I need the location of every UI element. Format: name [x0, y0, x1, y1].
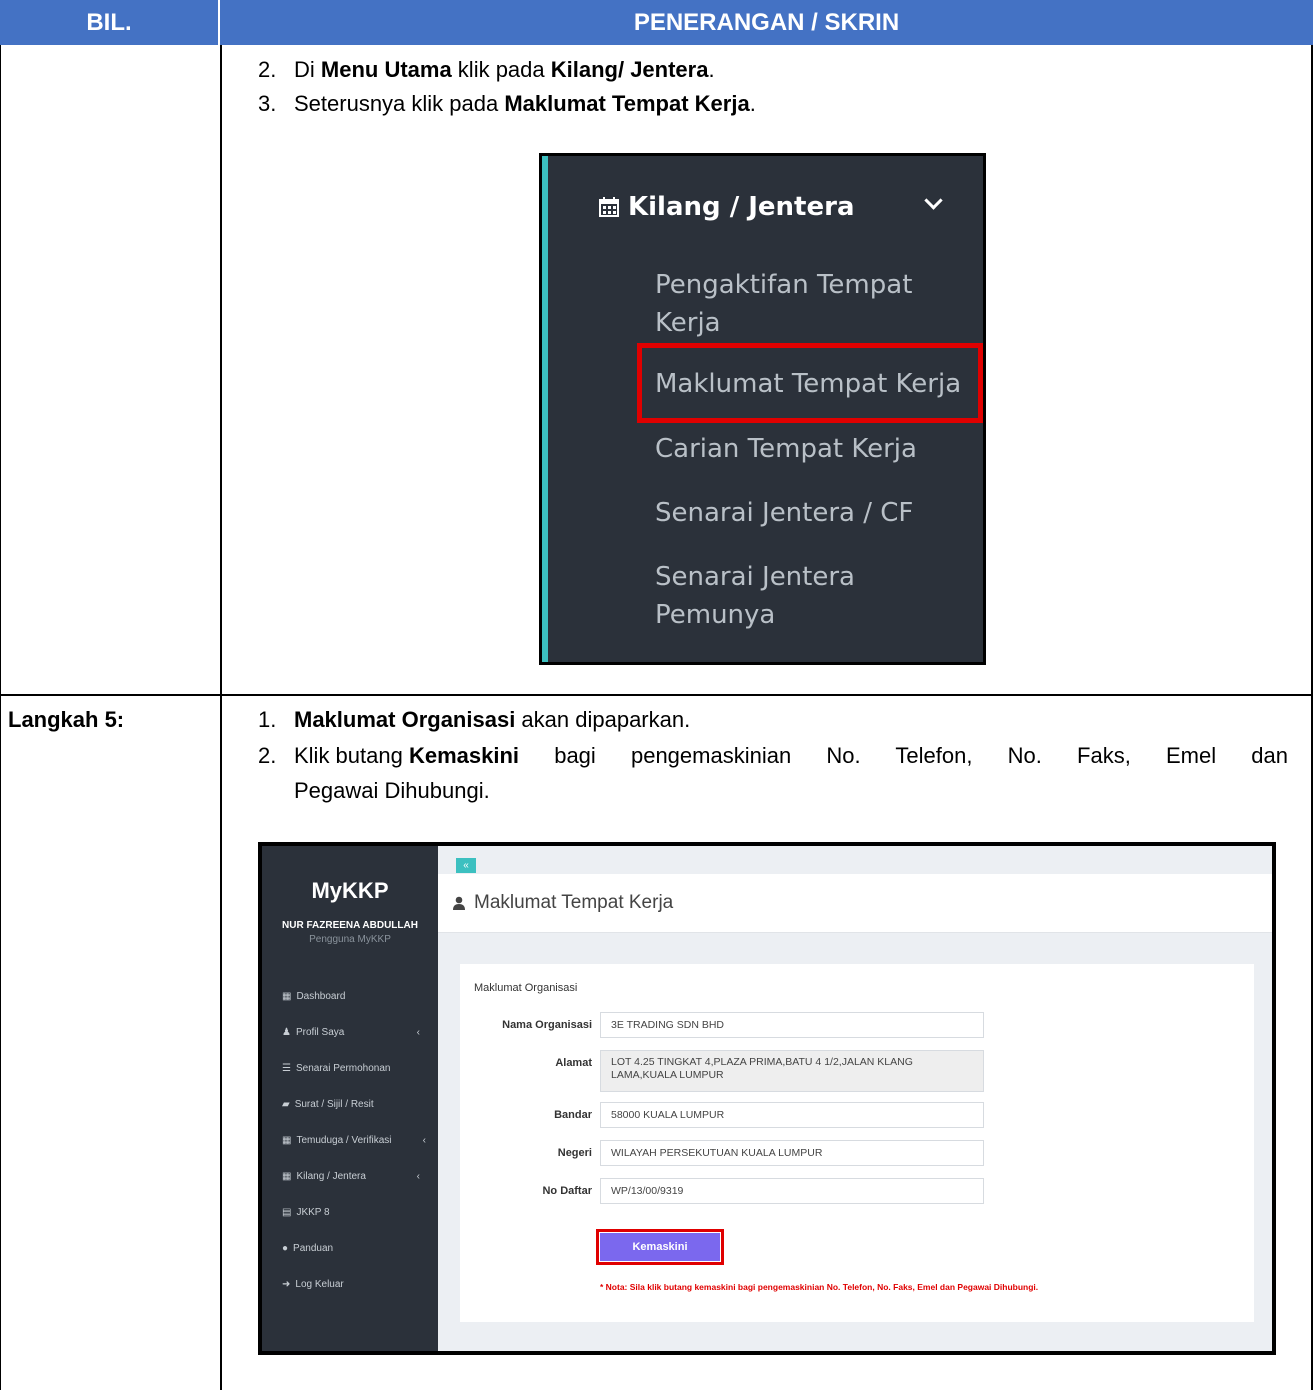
nav-jkkp8[interactable]: ▤ JKKP 8 [282, 1207, 432, 1218]
nav-label: Panduan [293, 1243, 334, 1254]
calendar-icon [599, 197, 619, 217]
row2-step1-text: Maklumat Organisasi akan dipaparkan. [294, 707, 691, 732]
menu-kilang-jentera[interactable]: Kilang / Jentera [598, 192, 854, 222]
nav-label: Senarai Permohonan [295, 1063, 391, 1074]
header-penerangan: PENERANGAN / SKRIN [220, 0, 1313, 45]
row2-step2-text: Klik butang Kemaskini bagi pengemaskinia… [294, 743, 1288, 768]
nav-temuduga-verifikasi[interactable]: ▦ Temuduga / Verifikasi ‹ [282, 1135, 432, 1146]
nav-label: Surat / Sijil / Resit [294, 1099, 374, 1110]
nav-senarai-permohonan[interactable]: ☰ Senarai Permohonan [282, 1063, 432, 1074]
user-role: Pengguna MyKKP [309, 934, 391, 945]
header-bil-text: BIL. [86, 8, 132, 36]
nav-label: Profil Saya [295, 1027, 345, 1038]
chevron-left-icon: ‹ [416, 1171, 420, 1182]
menu-item-senarai-jentera-cf[interactable]: Senarai Jentera / CF [655, 494, 975, 532]
alamat-field[interactable]: LOT 4.25 TINGKAT 4,PLAZA PRIMA,BATU 4 1/… [600, 1050, 984, 1092]
nav-profil-saya[interactable]: ♟ Profil Saya ‹ [282, 1027, 432, 1038]
document-table: BIL. PENERANGAN / SKRIN 2. Di Menu Utama… [0, 0, 1313, 1390]
user-icon: ♟ [282, 1027, 291, 1038]
bandar-field[interactable]: 58000 KUALA LUMPUR [600, 1102, 984, 1128]
nav-label: JKKP 8 [296, 1207, 330, 1218]
chevron-left-icon: ‹ [416, 1027, 420, 1038]
row1-step2-number: 2. [258, 57, 277, 82]
nav-label: Temuduga / Verifikasi [296, 1135, 392, 1146]
folder-icon: ▰ [282, 1099, 290, 1110]
sidebar: MyKKP NUR FAZREENA ABDULLAH Pengguna MyK… [262, 846, 438, 1351]
row2-step2-text-cont: Pegawai Dihubungi. [294, 778, 490, 803]
header-penerangan-text: PENERANGAN / SKRIN [633, 8, 900, 36]
brand-logo: MyKKP [311, 878, 389, 903]
menu-accent-bar [542, 156, 548, 662]
row1-step3-text: Seterusnya klik pada Maklumat Tempat Ker… [294, 91, 756, 116]
menu-item-senarai-jentera-pemunya[interactable]: Senarai Jentera Pemunya [655, 558, 975, 634]
list-icon: ☰ [282, 1063, 291, 1074]
header-bil: BIL. [0, 0, 220, 45]
kemaskini-button[interactable]: Kemaskini [600, 1233, 720, 1261]
chevron-left-icon: ‹ [422, 1135, 426, 1146]
chart-icon: ▤ [282, 1207, 292, 1218]
nav-label: Dashboard [296, 991, 346, 1002]
calendar-icon: ▦ [282, 1135, 292, 1146]
menu-item-carian[interactable]: Carian Tempat Kerja [655, 430, 975, 468]
row-divider [0, 694, 1313, 696]
row2-step2-number: 2. [258, 743, 277, 768]
nav-dashboard[interactable]: ▦ Dashboard [282, 991, 432, 1002]
no-daftar-field[interactable]: WP/13/00/9319 [600, 1178, 984, 1204]
menu-item-pengaktifan[interactable]: Pengaktifan Tempat Kerja [655, 266, 975, 342]
no-daftar-label: No Daftar [542, 1185, 592, 1197]
organisasi-panel: Maklumat Organisasi Nama Organisasi 3E T… [460, 964, 1254, 1322]
nav-label: Log Keluar [295, 1279, 344, 1290]
nav-panduan[interactable]: ● Panduan [282, 1243, 432, 1254]
panel-title: Maklumat Organisasi [474, 982, 578, 994]
nama-organisasi-field[interactable]: 3E TRADING SDN BHD [600, 1012, 984, 1038]
dashboard-icon: ▦ [282, 991, 292, 1002]
nav-log-keluar[interactable]: ➜ Log Keluar [282, 1279, 432, 1290]
page-title: Maklumat Tempat Kerja [452, 892, 673, 914]
row1-step3-number: 3. [258, 91, 277, 116]
page-header: Maklumat Tempat Kerja [438, 874, 1272, 933]
row2-label: Langkah 5: [8, 707, 125, 732]
nav-surat-sijil-resit[interactable]: ▰ Surat / Sijil / Resit [282, 1099, 432, 1110]
bandar-label: Bandar [554, 1109, 592, 1121]
sidebar-toggle-button[interactable]: « [456, 858, 476, 873]
mykkp-screenshot: MyKKP NUR FAZREENA ABDULLAH Pengguna MyK… [258, 842, 1276, 1355]
menu-screenshot: Kilang / Jentera Pengaktifan Tempat Kerj… [539, 153, 986, 665]
negeri-label: Negeri [557, 1147, 592, 1159]
nama-organisasi-label: Nama Organisasi [502, 1019, 592, 1031]
negeri-field[interactable]: WILAYAH PERSEKUTUAN KUALA LUMPUR [600, 1140, 984, 1166]
info-icon: ● [282, 1243, 289, 1254]
menu-title-label: Kilang / Jentera [628, 192, 855, 222]
calendar-icon: ▦ [282, 1171, 292, 1182]
column-divider [220, 45, 222, 1390]
row2-step1-number: 1. [258, 707, 277, 732]
nota-text: * Nota: Sila klik butang kemaskini bagi … [600, 1282, 1039, 1292]
logout-icon: ➜ [282, 1279, 291, 1290]
alamat-label: Alamat [555, 1057, 592, 1069]
nav-kilang-jentera[interactable]: ▦ Kilang / Jentera ‹ [282, 1171, 432, 1182]
row1-step2-text: Di Menu Utama klik pada Kilang/ Jentera. [294, 57, 715, 82]
page-title-text: Maklumat Tempat Kerja [474, 892, 674, 913]
user-name: NUR FAZREENA ABDULLAH [282, 920, 418, 931]
chevron-down-icon[interactable] [924, 191, 943, 210]
border-left [0, 45, 1, 1390]
nav-label: Kilang / Jentera [296, 1171, 366, 1182]
highlight-box [637, 343, 983, 423]
user-icon [453, 896, 465, 910]
